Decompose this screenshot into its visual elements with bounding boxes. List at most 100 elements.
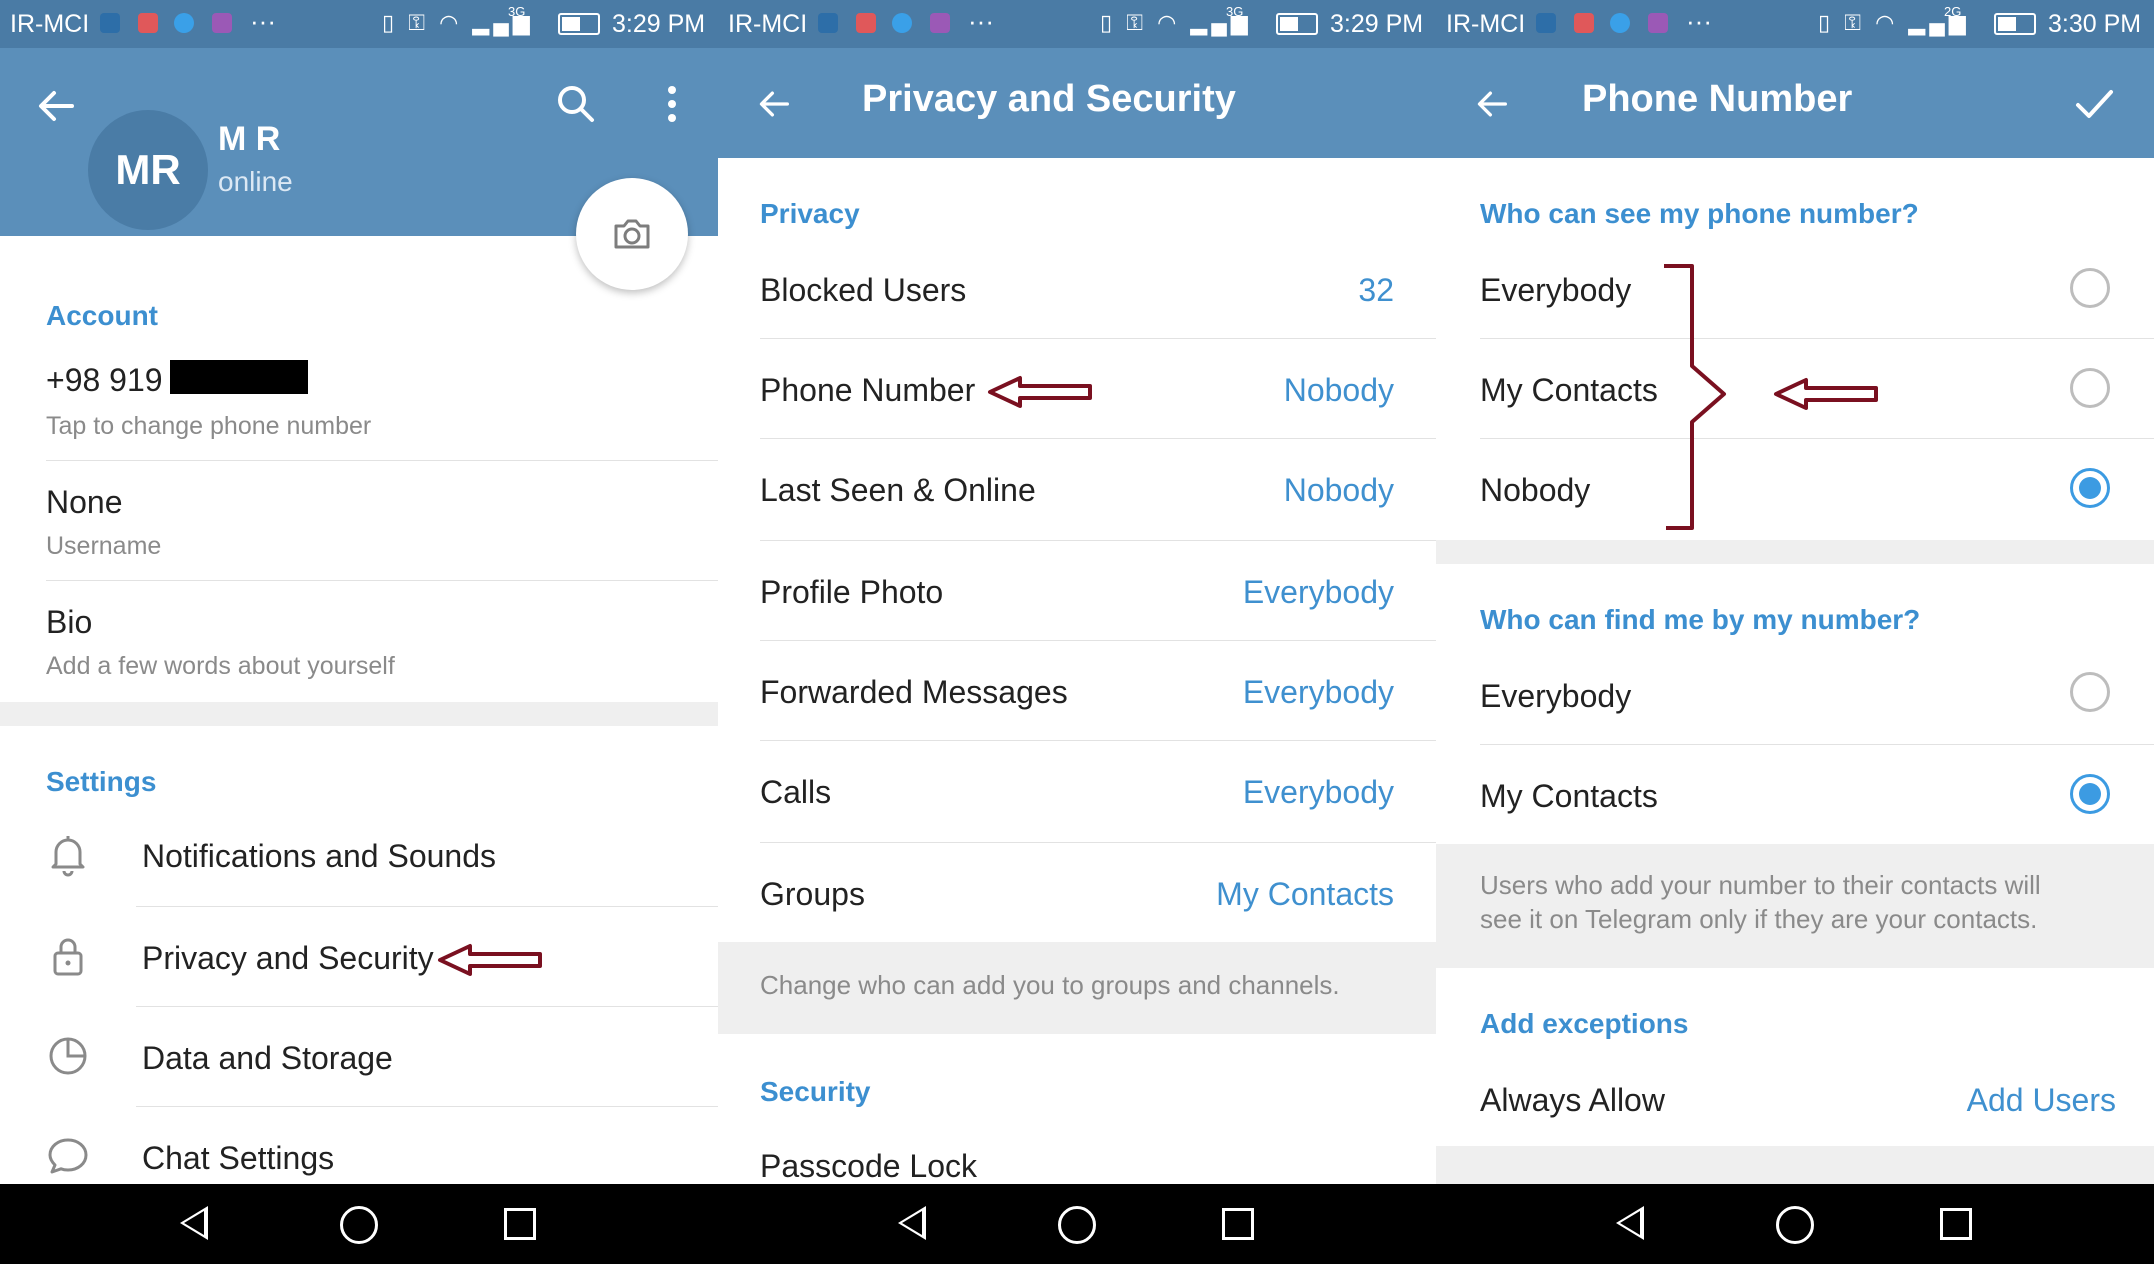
- notification-icon: [930, 13, 950, 33]
- row-label: Groups: [760, 876, 865, 912]
- phone-number-screen: IR-MCI ··· ▯ ⚿ ◠ ▂▄▆ 2G 3:30 PM Phone Nu…: [1436, 0, 2154, 1264]
- nav-recents-icon[interactable]: [1222, 1208, 1254, 1240]
- nav-back-icon[interactable]: [898, 1206, 926, 1240]
- page-title: Phone Number: [1582, 78, 1853, 120]
- more-options-icon[interactable]: [648, 80, 696, 128]
- row-label: Calls: [760, 774, 832, 810]
- search-icon[interactable]: [552, 80, 600, 128]
- row-value: Everybody: [1242, 774, 1394, 810]
- notification-icon: [1574, 13, 1594, 33]
- notification-icon: [892, 13, 912, 33]
- notification-icon: [818, 13, 838, 33]
- notification-icon: [174, 13, 194, 33]
- carrier-name: IR-MCI: [1446, 10, 1526, 38]
- exceptions-hint-band: [1436, 1146, 2154, 1186]
- privacy-security-screen: IR-MCI ··· ▯ ⚿ ◠ ▂▄▆ 3G 3:29 PM Privacy …: [718, 0, 1436, 1264]
- notification-icon: [138, 13, 158, 33]
- notification-icon: [100, 13, 120, 33]
- app-header: Privacy and Security: [718, 48, 1436, 158]
- section-separator: [0, 702, 718, 726]
- settings-section-title: Settings: [46, 766, 157, 797]
- divider: [46, 580, 718, 581]
- back-arrow-icon[interactable]: [754, 84, 794, 124]
- divider: [760, 338, 1436, 339]
- divider: [1480, 338, 2154, 339]
- row-label: Blocked Users: [760, 272, 967, 308]
- radio-button[interactable]: [2070, 672, 2110, 712]
- row-passcode-lock[interactable]: Passcode Lock: [760, 1148, 977, 1185]
- find-hint-line-1: Users who add your number to their conta…: [1480, 870, 2041, 900]
- radio-button[interactable]: [2070, 268, 2110, 308]
- app-header: Phone Number: [1436, 48, 2154, 158]
- radio-button-selected[interactable]: [2070, 468, 2110, 508]
- row-value: Everybody: [1242, 674, 1394, 710]
- checkmark-icon[interactable]: [2070, 80, 2118, 128]
- nav-back-icon[interactable]: [1616, 1206, 1644, 1240]
- find-hint-line-2: see it on Telegram only if they are your…: [1480, 904, 2038, 934]
- status-bar: IR-MCI ··· ▯ ⚿ ◠ ▂▄▆ 3G 3:29 PM: [0, 0, 718, 48]
- option-label: My Contacts: [1480, 778, 1658, 814]
- nav-recents-icon[interactable]: [504, 1208, 536, 1240]
- annotation-arrow-icon: [988, 376, 1092, 408]
- carrier-name: IR-MCI: [728, 10, 808, 38]
- divider: [46, 460, 718, 461]
- phone-number-value[interactable]: +98 919: [46, 362, 163, 399]
- chat-bubble-icon: [48, 1138, 88, 1174]
- find-section-title: Who can find me by my number?: [1480, 604, 1921, 635]
- clock: 3:29 PM: [612, 10, 706, 38]
- network-type: 3G: [1226, 4, 1244, 19]
- profile-status: online: [218, 166, 293, 197]
- notification-icon: [1648, 13, 1668, 33]
- add-users-link[interactable]: Add Users: [1967, 1082, 2116, 1119]
- nav-home-icon[interactable]: [340, 1206, 378, 1244]
- nav-home-icon[interactable]: [1058, 1206, 1096, 1244]
- account-section-title: Account: [46, 300, 158, 331]
- row-label: Profile Photo: [760, 574, 944, 610]
- menu-item-label: Data and Storage: [142, 1040, 393, 1076]
- divider: [760, 640, 1436, 641]
- clock: 3:29 PM: [1330, 10, 1424, 38]
- radio-button[interactable]: [2070, 368, 2110, 408]
- profile-name: M R: [218, 120, 281, 158]
- groups-hint: Change who can add you to groups and cha…: [760, 970, 1340, 1000]
- username-value[interactable]: None: [46, 484, 123, 521]
- nav-home-icon[interactable]: [1776, 1206, 1814, 1244]
- option-label: Everybody: [1480, 678, 1632, 714]
- back-arrow-icon[interactable]: [1472, 84, 1512, 124]
- row-value: Everybody: [1242, 574, 1394, 610]
- settings-screen: IR-MCI ··· ▯ ⚿ ◠ ▂▄▆ 3G 3:29 PM MR M R o…: [0, 0, 718, 1264]
- privacy-section-title: Privacy: [760, 198, 860, 229]
- divider: [136, 1106, 718, 1107]
- redaction-box: [170, 360, 308, 394]
- section-separator: [1436, 540, 2154, 564]
- bio-title[interactable]: Bio: [46, 604, 92, 641]
- row-label: Forwarded Messages: [760, 674, 1068, 710]
- set-photo-button[interactable]: [576, 178, 688, 290]
- radio-button-selected[interactable]: [2070, 774, 2110, 814]
- battery-icon: [558, 13, 600, 35]
- divider: [760, 740, 1436, 741]
- more-notifications-icon: ···: [250, 6, 276, 36]
- notification-icon: [1536, 13, 1556, 33]
- row-value: Nobody: [1283, 372, 1394, 408]
- row-value: 32: [1358, 272, 1394, 308]
- camera-icon: [614, 219, 650, 249]
- groups-hint-band: Change who can add you to groups and cha…: [718, 942, 1436, 1034]
- nav-recents-icon[interactable]: [1940, 1208, 1972, 1240]
- row-value: My Contacts: [1216, 876, 1394, 912]
- more-notifications-icon: ···: [968, 6, 994, 36]
- pie-chart-icon: [49, 1037, 87, 1075]
- phone-hint: Tap to change phone number: [46, 412, 372, 440]
- option-label: Nobody: [1480, 472, 1591, 508]
- menu-item-label: Chat Settings: [142, 1140, 335, 1176]
- back-arrow-icon[interactable]: [32, 82, 80, 130]
- carrier-name: IR-MCI: [10, 10, 90, 38]
- menu-item-label: Notifications and Sounds: [142, 838, 496, 874]
- nav-back-icon[interactable]: [180, 1206, 208, 1240]
- network-type: 2G: [1944, 4, 1962, 19]
- see-section-title: Who can see my phone number?: [1480, 198, 1919, 229]
- avatar[interactable]: MR: [88, 110, 208, 230]
- row-value: Nobody: [1283, 472, 1394, 508]
- divider: [760, 438, 1436, 439]
- bell-icon: [51, 836, 85, 877]
